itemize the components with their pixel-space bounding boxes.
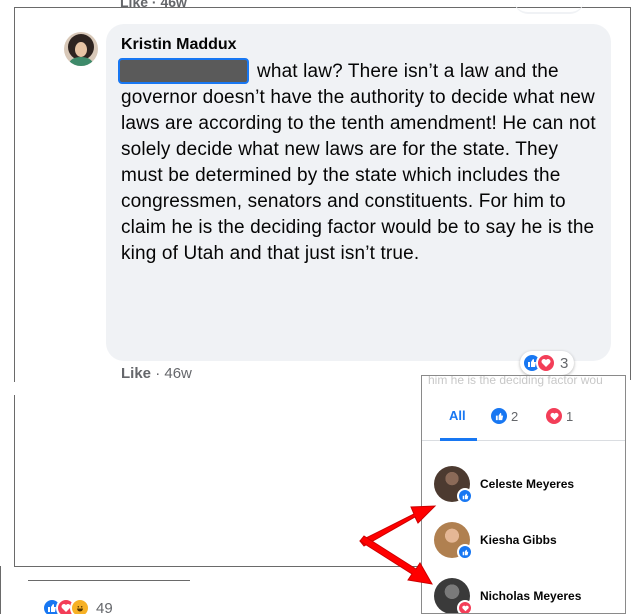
tab-love-count: 1 bbox=[566, 408, 574, 424]
reactor-name[interactable]: Nicholas Meyeres bbox=[480, 589, 581, 603]
reactor-row[interactable]: Nicholas Meyeres bbox=[434, 574, 581, 613]
post-divider bbox=[28, 580, 190, 581]
commenter-avatar[interactable] bbox=[64, 32, 98, 66]
comment-timestamp[interactable]: 46w bbox=[164, 365, 192, 382]
haha-icon bbox=[70, 598, 90, 614]
tab-like-count: 2 bbox=[511, 408, 519, 424]
tab-like[interactable]: 2 bbox=[491, 408, 518, 424]
post-reaction-summary[interactable]: 49 bbox=[42, 598, 113, 614]
tab-all-label: All bbox=[449, 408, 466, 423]
comment-reaction-summary[interactable]: 3 bbox=[520, 351, 575, 375]
screenshot-frame-right bbox=[630, 7, 631, 380]
comment-actions: Like · 46w bbox=[121, 365, 192, 382]
like-icon bbox=[491, 408, 507, 424]
previous-comment-bubble-edge bbox=[514, 0, 584, 14]
like-icon bbox=[457, 488, 473, 504]
reactor-row[interactable]: Kiesha Gibbs bbox=[434, 518, 557, 562]
love-icon bbox=[457, 600, 473, 613]
separator: · bbox=[155, 365, 165, 382]
tab-all-underline bbox=[440, 438, 477, 441]
previous-comment-like-line[interactable]: Like · 46w bbox=[120, 0, 187, 10]
love-icon bbox=[546, 408, 562, 424]
reactions-popup: him he is the deciding factor wou All 2 … bbox=[421, 375, 626, 614]
reactor-name[interactable]: Celeste Meyeres bbox=[480, 477, 574, 491]
screenshot-frame-left-lower bbox=[14, 395, 15, 567]
tab-all[interactable]: All bbox=[449, 408, 466, 423]
redacted-mention bbox=[118, 58, 249, 84]
love-icon bbox=[536, 353, 556, 373]
reaction-tabs: All 2 1 bbox=[422, 396, 625, 441]
like-button[interactable]: Like bbox=[121, 365, 151, 382]
comment-reaction-count: 3 bbox=[560, 354, 569, 372]
like-icon bbox=[457, 544, 473, 560]
screenshot-frame-left bbox=[14, 7, 15, 382]
comment-text: what law? There isn’t a law and the gove… bbox=[121, 61, 596, 264]
comment-author[interactable]: Kristin Maddux bbox=[121, 36, 237, 54]
avatar[interactable] bbox=[434, 522, 473, 560]
reactor-row[interactable]: Celeste Meyeres bbox=[434, 462, 574, 506]
avatar[interactable] bbox=[434, 578, 473, 613]
reactor-name[interactable]: Kiesha Gibbs bbox=[480, 533, 557, 547]
screenshot-frame-bottom bbox=[14, 566, 424, 567]
screenshot-frame-corner bbox=[0, 566, 1, 614]
avatar[interactable] bbox=[434, 466, 473, 504]
popup-faded-text: him he is the deciding factor wou bbox=[428, 376, 603, 387]
tab-love[interactable]: 1 bbox=[546, 408, 573, 424]
post-reaction-count: 49 bbox=[96, 599, 113, 614]
